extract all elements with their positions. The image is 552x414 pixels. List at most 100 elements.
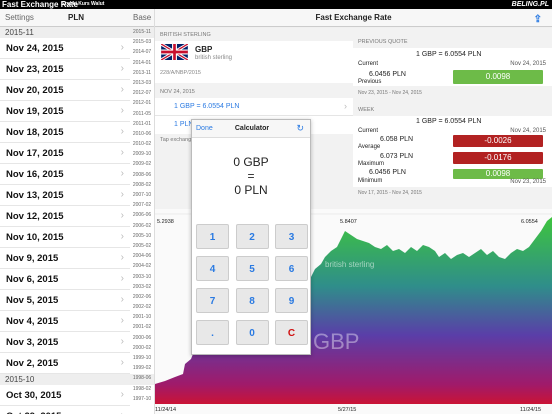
index-entry[interactable]: 2003-10 [130, 272, 154, 282]
index-entry[interactable]: 2011-01 [130, 119, 154, 129]
year-index[interactable]: 2015-11 2015-03 2014-07 2014-01 2013-11 2013-… [130, 27, 154, 404]
index-entry[interactable]: 1999-02 [130, 363, 154, 373]
index-entry[interactable]: 2007-10 [130, 190, 154, 200]
list-item[interactable]: Nov 20, 2015 › [0, 80, 130, 101]
index-entry[interactable]: 2013-03 [130, 78, 154, 88]
refresh-icon[interactable]: ↻ [296, 123, 304, 134]
index-entry[interactable]: 2002-02 [130, 302, 154, 312]
list-item[interactable]: Nov 2, 2015 › [0, 353, 130, 374]
index-entry[interactable]: 1998-06 [130, 373, 154, 383]
list-item[interactable]: Nov 3, 2015 › [0, 332, 130, 353]
list-item[interactable]: Nov 10, 2015 › [0, 227, 130, 248]
settings-button[interactable]: Settings [5, 13, 34, 22]
main-nav-bar: Fast Exchange Rate ⇪ [155, 9, 552, 27]
list-item[interactable]: Nov 23, 2015 › [0, 59, 130, 80]
base-button[interactable]: Base [133, 13, 151, 22]
key-5[interactable]: 5 [235, 256, 269, 281]
key-3[interactable]: 3 [275, 224, 308, 249]
index-entry[interactable]: 2006-06 [130, 210, 154, 220]
list-item[interactable]: Nov 19, 2015 › [0, 101, 130, 122]
index-entry[interactable]: 2007-02 [130, 200, 154, 210]
calculator-display: 0 GBP = 0 PLN [192, 138, 310, 222]
key-decimal[interactable]: . [196, 320, 229, 345]
chart-series-name: british sterling [325, 260, 374, 269]
index-entry[interactable]: 2008-06 [130, 170, 154, 180]
index-entry[interactable]: 2001-10 [130, 312, 154, 322]
index-entry[interactable]: 1999-10 [130, 353, 154, 363]
chevron-right-icon: › [120, 294, 124, 305]
week-max-label: Maximum [358, 161, 385, 167]
index-entry[interactable]: 2014-07 [130, 47, 154, 57]
index-entry[interactable]: 2011-05 [130, 109, 154, 119]
list-item[interactable]: Nov 5, 2015 › [0, 290, 130, 311]
index-entry[interactable]: 2005-10 [130, 231, 154, 241]
list-item-date: Nov 13, 2015 [6, 190, 64, 201]
top-banner: Fast Exchange Rate Szybki Kurs Walut BEL… [0, 0, 552, 9]
key-clear[interactable]: C [275, 320, 308, 345]
index-entry[interactable]: 2015-11 [130, 27, 154, 37]
list-item-date: Nov 5, 2015 [6, 295, 59, 306]
chevron-right-icon: › [120, 315, 124, 326]
index-entry[interactable]: 1998-02 [130, 384, 154, 394]
index-entry[interactable]: 2002-06 [130, 292, 154, 302]
list-item-date: Nov 12, 2015 [6, 211, 64, 222]
key-4[interactable]: 4 [196, 256, 229, 281]
key-8[interactable]: 8 [235, 288, 269, 313]
list-item-date: Nov 24, 2015 [6, 43, 64, 54]
index-entry[interactable]: 2008-02 [130, 180, 154, 190]
index-entry[interactable]: 2000-02 [130, 343, 154, 353]
index-entry[interactable]: 1997-10 [130, 394, 154, 404]
list-item[interactable]: Nov 17, 2015 › [0, 143, 130, 164]
index-entry[interactable]: 2001-02 [130, 322, 154, 332]
main-title: Fast Exchange Rate [315, 13, 392, 22]
index-entry[interactable]: 2013-11 [130, 68, 154, 78]
key-6[interactable]: 6 [275, 256, 308, 281]
list-item[interactable]: Nov 24, 2015 › [0, 38, 130, 59]
index-entry[interactable]: 2015-03 [130, 37, 154, 47]
prev-previous-label: Previous [358, 79, 382, 85]
list-item[interactable]: Oct 29, 2015› [0, 406, 130, 414]
index-entry[interactable]: 2014-01 [130, 58, 154, 68]
index-entry[interactable]: 2003-02 [130, 282, 154, 292]
index-entry[interactable]: 2006-02 [130, 221, 154, 231]
key-0[interactable]: 0 [235, 320, 269, 345]
display-amount: 0 GBP [233, 155, 269, 169]
list-item[interactable]: Nov 13, 2015 › [0, 185, 130, 206]
chevron-right-icon: › [120, 210, 124, 221]
week-max-value: 6.073 PLN [380, 153, 414, 160]
index-entry[interactable]: 2009-02 [130, 159, 154, 169]
list-item[interactable]: Nov 9, 2015 › [0, 248, 130, 269]
week-label: WEEK [358, 107, 375, 113]
list-item[interactable]: Nov 18, 2015 › [0, 122, 130, 143]
index-entry[interactable]: 2000-06 [130, 333, 154, 343]
list-item[interactable]: Nov 6, 2015 › [0, 269, 130, 290]
week-avg-change: -0.0026 [453, 135, 543, 147]
week-current-date: Nov 24, 2015 [510, 128, 546, 134]
list-item[interactable]: Nov 12, 2015 › [0, 206, 130, 227]
list-item[interactable]: Nov 4, 2015 › [0, 311, 130, 332]
chevron-right-icon: › [120, 189, 124, 200]
list-item[interactable]: Oct 30, 2015 › [0, 385, 130, 406]
index-entry[interactable]: 2005-02 [130, 241, 154, 251]
left-nav-bar: Settings PLN Base [0, 9, 154, 27]
key-1[interactable]: 1 [196, 224, 229, 249]
index-entry[interactable]: 2012-07 [130, 88, 154, 98]
share-icon[interactable]: ⇪ [534, 11, 542, 29]
chevron-right-icon: › [120, 389, 124, 400]
index-entry[interactable]: 2009-10 [130, 149, 154, 159]
list-item[interactable]: Nov 16, 2015 › [0, 164, 130, 185]
index-entry[interactable]: 2004-06 [130, 251, 154, 261]
prev-change-badge: 0.0098 [453, 70, 543, 84]
index-entry[interactable]: 2004-02 [130, 261, 154, 271]
index-entry[interactable]: 2012-01 [130, 98, 154, 108]
key-2[interactable]: 2 [235, 224, 269, 249]
list-item-date: Nov 19, 2015 [6, 106, 64, 117]
chevron-right-icon: › [120, 147, 124, 158]
x-label-mid: 5/27/15 [338, 407, 356, 413]
key-7[interactable]: 7 [196, 288, 229, 313]
index-entry[interactable]: 2010-02 [130, 139, 154, 149]
list-item-date: Nov 6, 2015 [6, 274, 59, 285]
rate-row[interactable]: 1 GBP = 6.0554 PLN › [155, 98, 353, 116]
index-entry[interactable]: 2010-06 [130, 129, 154, 139]
key-9[interactable]: 9 [275, 288, 308, 313]
